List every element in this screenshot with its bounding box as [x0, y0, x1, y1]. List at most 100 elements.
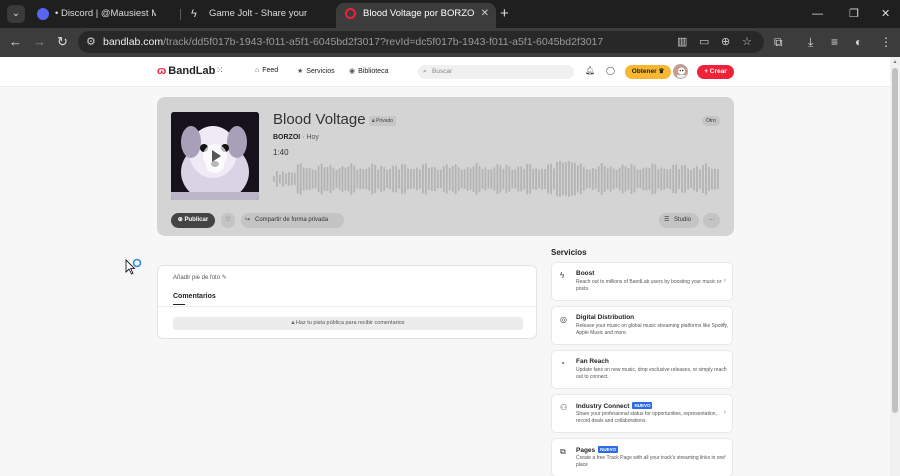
waveform-bar — [436, 169, 439, 189]
waveform-bar — [624, 166, 627, 192]
tab-discord[interactable]: • Discord | @Mausiest Mausy e — [28, 3, 178, 28]
waveform-bar — [621, 164, 624, 194]
address-bar[interactable]: ⚙ bandlab.com/track/dd5f017b-1943-f011-a… — [78, 31, 764, 53]
extensions-icon[interactable]: ⧉ — [774, 33, 783, 51]
waveform-bar — [442, 166, 445, 192]
nav-feed[interactable]: ⌂ Feed — [255, 67, 278, 74]
busy-cursor-icon — [125, 258, 142, 275]
scroll-thumb[interactable] — [892, 68, 898, 413]
waveform-bar — [535, 168, 538, 190]
chevron-right-icon: › — [723, 453, 726, 460]
tab-comentarios[interactable]: Comentarios — [173, 293, 216, 300]
track-artist[interactable]: BORZOI · Hoy — [273, 134, 319, 141]
more-options-button[interactable]: ··· — [703, 213, 720, 228]
waveform-bar — [651, 163, 654, 195]
waveform-bar — [278, 174, 281, 184]
waveform-bar — [386, 169, 389, 189]
waveform-bar — [523, 168, 526, 190]
waveform-bar — [654, 164, 657, 194]
gamejolt-favicon-icon: ϟ — [191, 8, 197, 20]
waveform-bar — [547, 164, 549, 194]
waveform-bar — [585, 169, 588, 189]
obtener-button[interactable]: Obtener ♛ — [625, 65, 671, 79]
share-privately-button[interactable]: ↪ Compartir de forma privada — [241, 213, 344, 228]
tab-gamejolt[interactable]: ϟ Game Jolt - Share your creation — [182, 3, 332, 28]
minimize-icon[interactable]: — — [812, 4, 823, 24]
waveform-bar — [347, 166, 350, 192]
waveform-bar — [591, 168, 594, 190]
page-scrollbar[interactable]: ▲ — [890, 57, 900, 476]
cast-icon[interactable]: ▭ — [699, 33, 709, 51]
waveform-bar — [365, 168, 368, 190]
waveform-bar — [422, 164, 424, 194]
bandlab-header: ɷ BandLab ⁙ ⌂ Feed ★ Servicios ◉ Biblioteca … — [0, 57, 890, 87]
service-digital-distribution[interactable]: ◎ Digital Distribution Release your musi… — [551, 306, 733, 345]
new-tab-button[interactable]: + — [500, 4, 509, 24]
waveform-bar — [371, 163, 374, 195]
waveform-bar — [341, 165, 344, 193]
waveform-bar — [562, 162, 564, 196]
waveform-bar — [705, 163, 707, 195]
crear-button[interactable]: + Crear — [697, 65, 734, 79]
nav-servicios[interactable]: ★ Servicios — [297, 67, 335, 75]
forward-icon[interactable]: → — [33, 33, 46, 51]
waveform-bar — [413, 169, 415, 189]
waveform-bar — [708, 167, 710, 191]
track-cover-art[interactable] — [171, 112, 259, 200]
discord-favicon-icon — [37, 8, 49, 20]
menu-icon[interactable]: ⋮ — [880, 33, 892, 51]
service-fan-reach[interactable]: ◔ Fan Reach Update fans on new music, dr… — [551, 350, 733, 389]
waveform-bar — [293, 172, 296, 186]
zoom-icon[interactable]: ⊕ — [721, 33, 730, 51]
site-settings-icon[interactable]: ⚙ — [86, 33, 96, 51]
messages-icon[interactable]: ◯ — [606, 66, 615, 75]
star-icon: ★ — [297, 68, 304, 75]
waveform-bar — [281, 171, 284, 187]
close-window-icon[interactable]: ✕ — [881, 4, 890, 24]
apps-grid-icon[interactable]: ⁙ — [216, 65, 224, 76]
tab-close-icon[interactable]: ✕ — [481, 3, 489, 25]
service-pages[interactable]: ⧉ Pages NUEVO Create a free Track Page wi… — [551, 438, 733, 476]
waveform-bar — [636, 169, 639, 189]
bandlab-logo[interactable]: ɷ BandLab — [157, 65, 215, 77]
active-tab-indicator — [173, 304, 185, 305]
profile-icon[interactable]: ◐ — [855, 33, 862, 51]
play-button[interactable] — [203, 144, 227, 168]
service-name: Industry Connect NUEVO — [576, 402, 653, 410]
nav-biblioteca[interactable]: ◉ Biblioteca — [349, 67, 388, 75]
studio-button[interactable]: ☰ Studio — [659, 213, 699, 228]
waveform-bar — [576, 165, 579, 193]
waveform-bar — [544, 169, 546, 189]
add-caption-button[interactable]: Añadir pie de foto ✎ — [173, 274, 227, 281]
restore-icon[interactable]: ❐ — [849, 4, 859, 24]
media-control-icon[interactable]: ≡ — [831, 33, 838, 51]
waveform-bar — [344, 167, 347, 191]
waveform-bar — [675, 164, 678, 194]
bookmark-star-icon[interactable]: ☆ — [742, 33, 752, 51]
tab-search-button[interactable]: ⌄ — [7, 5, 25, 23]
waveform-bar — [678, 169, 681, 189]
back-icon[interactable]: ← — [9, 33, 22, 51]
reader-mode-icon[interactable]: ▥ — [677, 33, 687, 51]
waveform-bar — [711, 168, 713, 190]
publicar-button[interactable]: ⊕ Publicar — [171, 213, 215, 228]
avatar[interactable] — [673, 64, 688, 79]
genre-badge[interactable]: Otro — [702, 116, 720, 126]
service-boost[interactable]: ϟ Boost Reach out to millions of BandLab… — [551, 262, 733, 301]
waveform[interactable] — [273, 160, 720, 198]
scroll-up-arrow-icon[interactable]: ▲ — [890, 59, 900, 65]
tab-bandlab[interactable]: Blood Voltage por BORZOI | Ba ✕ — [336, 3, 496, 28]
service-industry-connect[interactable]: ⚇ Industry Connect NUEVO Share your profe… — [551, 394, 733, 433]
waveform-bar — [714, 168, 716, 190]
like-button[interactable]: ♡ — [221, 213, 235, 228]
notifications-bell-icon[interactable]: 🔔︎ — [585, 66, 595, 75]
download-icon[interactable]: ⤓ — [808, 33, 813, 51]
waveform-bar — [317, 165, 320, 193]
waveform-bar — [410, 169, 412, 189]
waveform-bar — [568, 161, 570, 197]
chevron-right-icon: › — [723, 409, 726, 416]
waveform-bar — [314, 169, 317, 189]
waveform-bar — [296, 164, 299, 194]
reload-icon[interactable]: ↻ — [57, 33, 68, 51]
search-input[interactable]: ⌕ Buscar — [418, 65, 574, 79]
